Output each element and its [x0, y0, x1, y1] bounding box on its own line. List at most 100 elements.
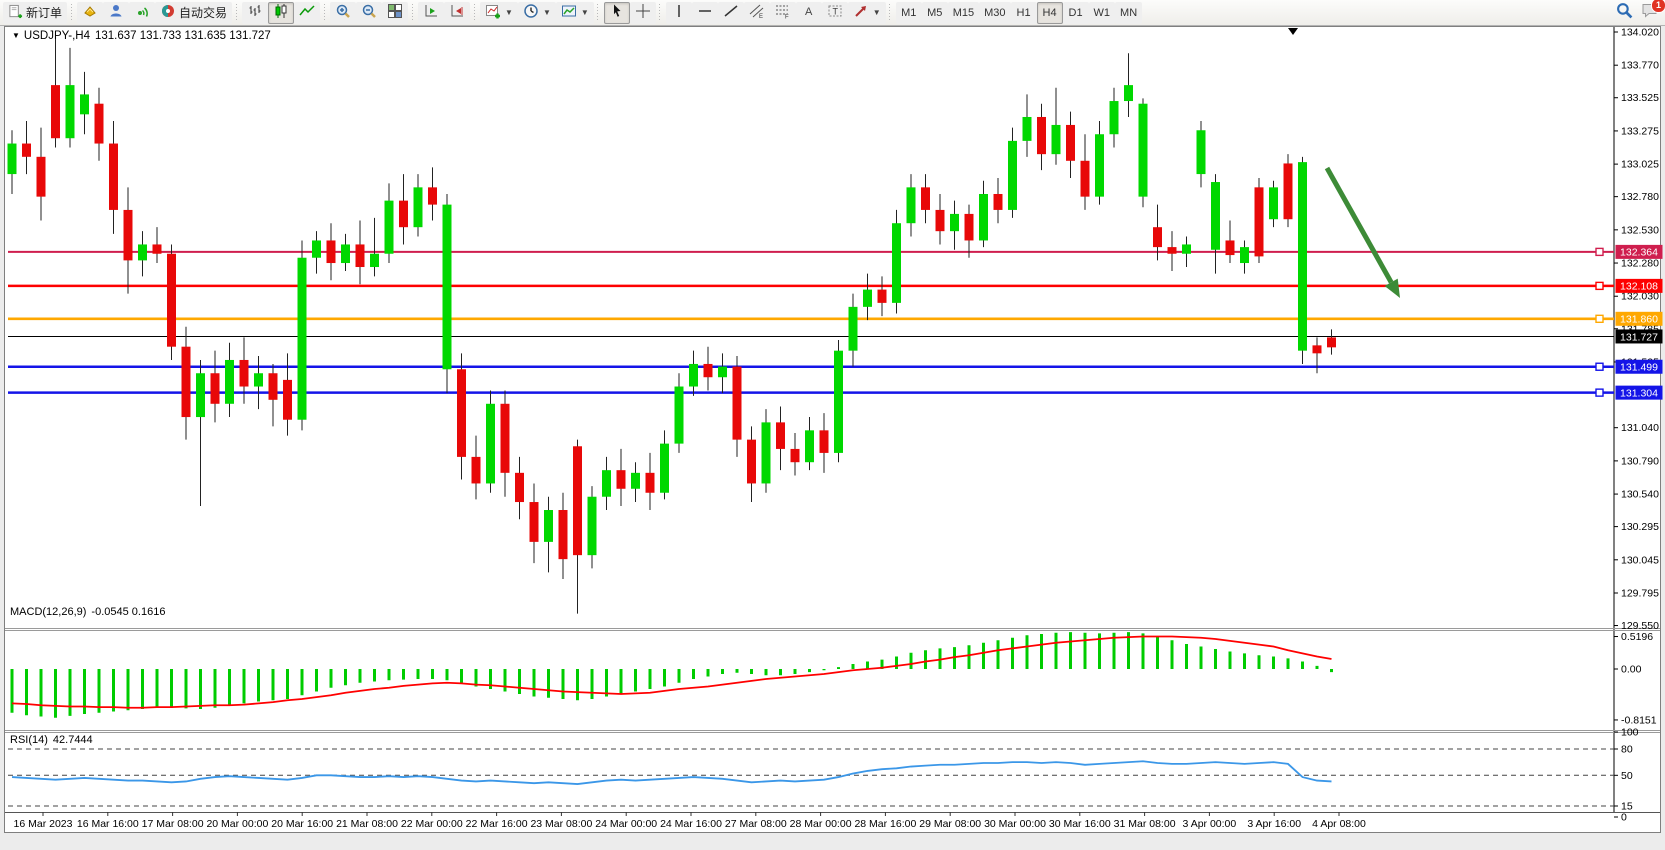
symbol-dropdown-icon[interactable]: ▼	[12, 31, 20, 40]
timeframe-M5[interactable]: M5	[922, 2, 948, 24]
svg-text:133.770: 133.770	[1621, 60, 1659, 72]
svg-text:134.020: 134.020	[1621, 27, 1659, 39]
svg-text:133.275: 133.275	[1621, 125, 1659, 137]
chart-window	[5, 27, 1661, 833]
svg-text:132.530: 132.530	[1621, 224, 1659, 236]
toolbar-grip	[410, 4, 414, 22]
svg-text:E: E	[759, 14, 763, 19]
market-button[interactable]	[77, 2, 103, 24]
svg-text:23 Mar 08:00: 23 Mar 08:00	[530, 818, 592, 830]
trendline-tool-button[interactable]	[718, 2, 744, 24]
indicators-icon	[485, 3, 501, 22]
new-order-button[interactable]: 新订单	[3, 2, 67, 24]
zoom-in-icon	[335, 3, 351, 22]
zoom-in-button[interactable]	[330, 2, 356, 24]
horizontal-line-tool-button[interactable]	[692, 2, 718, 24]
candles-chart-icon	[273, 3, 289, 22]
chart-shift-button[interactable]	[444, 2, 470, 24]
symbol-label[interactable]: ▼ USDJPY-,H4 131.637 131.733 131.635 131.7…	[12, 30, 271, 42]
search-icon[interactable]	[1616, 2, 1633, 24]
tile-windows-icon	[387, 3, 403, 22]
signals-icon	[134, 3, 150, 22]
timeframe-M1[interactable]: M1	[896, 2, 922, 24]
zoom-out-icon	[361, 3, 377, 22]
bar-chart-mode-button[interactable]	[242, 2, 268, 24]
macd-title: MACD(12,26,9)	[10, 606, 86, 618]
bars-chart-icon	[247, 3, 263, 22]
text-label-tool-button[interactable]: T	[822, 2, 848, 24]
arrows-tool-button[interactable]: ▼	[848, 2, 886, 24]
cursor-tool-button[interactable]	[604, 2, 630, 24]
svg-text:16 Mar 2023: 16 Mar 2023	[14, 818, 73, 830]
candle-chart-mode-button[interactable]	[268, 2, 294, 24]
macd-values: -0.0545 0.1616	[91, 606, 165, 618]
svg-text:29 Mar 08:00: 29 Mar 08:00	[919, 818, 981, 830]
signals-button[interactable]	[129, 2, 155, 24]
text-label-icon: T	[827, 3, 843, 22]
timeframe-group: M1M5M15M30H1H4D1W1MN	[896, 2, 1142, 24]
timeframe-W1[interactable]: W1	[1089, 2, 1116, 24]
svg-text:133.525: 133.525	[1621, 92, 1659, 104]
auto-scroll-icon	[423, 3, 439, 22]
timeframe-H4[interactable]: H4	[1037, 2, 1063, 24]
channel-tool-button[interactable]: E	[744, 2, 770, 24]
line-chart-icon	[299, 3, 315, 22]
chevron-down-icon: ▼	[505, 8, 513, 17]
notification-badge: 1	[1651, 0, 1665, 13]
text-tool-button[interactable]: A	[796, 2, 822, 24]
line-chart-mode-button[interactable]	[294, 2, 320, 24]
svg-text:80: 80	[1621, 744, 1633, 756]
zoom-out-button[interactable]	[356, 2, 382, 24]
fibonacci-tool-button[interactable]: F	[770, 2, 796, 24]
svg-text:17 Mar 08:00: 17 Mar 08:00	[142, 818, 204, 830]
notifications-button[interactable]: 1	[1641, 2, 1659, 24]
fibonacci-icon: F	[775, 3, 791, 22]
toolbar-grip	[322, 4, 326, 22]
chart-region[interactable]: 134.020 133.770 133.525 133.275 133.025 132.7…	[0, 26, 1665, 845]
cursor-icon	[609, 3, 625, 22]
chart-shift-icon	[449, 3, 465, 22]
svg-text:132.108: 132.108	[1620, 281, 1658, 293]
svg-text:F: F	[785, 15, 789, 20]
periods-button[interactable]: ▼	[518, 2, 556, 24]
chevron-down-icon: ▼	[581, 8, 589, 17]
svg-text:0.00: 0.00	[1621, 664, 1642, 676]
chart-canvas[interactable]: 134.020 133.770 133.525 133.275 133.025 132.7…	[0, 26, 1665, 845]
profile-button[interactable]	[103, 2, 129, 24]
svg-text:27 Mar 08:00: 27 Mar 08:00	[725, 818, 787, 830]
timeframe-D1[interactable]: D1	[1063, 2, 1089, 24]
symbol-ohlc: 131.637 131.733 131.635 131.727	[95, 30, 271, 42]
svg-text:132.780: 132.780	[1621, 191, 1659, 203]
svg-text:28 Mar 16:00: 28 Mar 16:00	[854, 818, 916, 830]
svg-text:24 Mar 00:00: 24 Mar 00:00	[595, 818, 657, 830]
svg-text:3 Apr 00:00: 3 Apr 00:00	[1183, 818, 1237, 830]
rsi-value: 42.7444	[53, 734, 93, 746]
vertical-line-tool-button[interactable]	[666, 2, 692, 24]
rsi-indicator-label: RSI(14)42.7444	[10, 734, 93, 746]
auto-trading-icon	[160, 3, 176, 22]
timeframe-MN[interactable]: MN	[1115, 2, 1142, 24]
text-icon: A	[801, 3, 817, 22]
timeframe-M15[interactable]: M15	[948, 2, 979, 24]
svg-text:133.025: 133.025	[1621, 159, 1659, 171]
svg-text:131.304: 131.304	[1620, 387, 1658, 399]
timeframe-H1[interactable]: H1	[1011, 2, 1037, 24]
timeframe-M30[interactable]: M30	[979, 2, 1010, 24]
templates-button[interactable]: ▼	[556, 2, 594, 24]
toolbar-grip	[69, 4, 73, 22]
svg-text:T: T	[832, 7, 838, 17]
svg-text:100: 100	[1621, 727, 1639, 739]
profile-icon	[108, 3, 124, 22]
auto-scroll-button[interactable]	[418, 2, 444, 24]
symbol-title: USDJPY-,H4	[24, 30, 90, 42]
toolbar-grip	[658, 4, 662, 22]
crosshair-tool-button[interactable]	[630, 2, 656, 24]
svg-text:130.045: 130.045	[1621, 554, 1659, 566]
svg-text:22 Mar 16:00: 22 Mar 16:00	[466, 818, 528, 830]
tile-windows-button[interactable]	[382, 2, 408, 24]
auto-trading-button[interactable]: 自动交易	[155, 2, 232, 24]
svg-text:24 Mar 16:00: 24 Mar 16:00	[660, 818, 722, 830]
toolbar-grip	[596, 4, 600, 22]
indicators-button[interactable]: ▼	[480, 2, 518, 24]
new-order-icon	[8, 4, 23, 22]
